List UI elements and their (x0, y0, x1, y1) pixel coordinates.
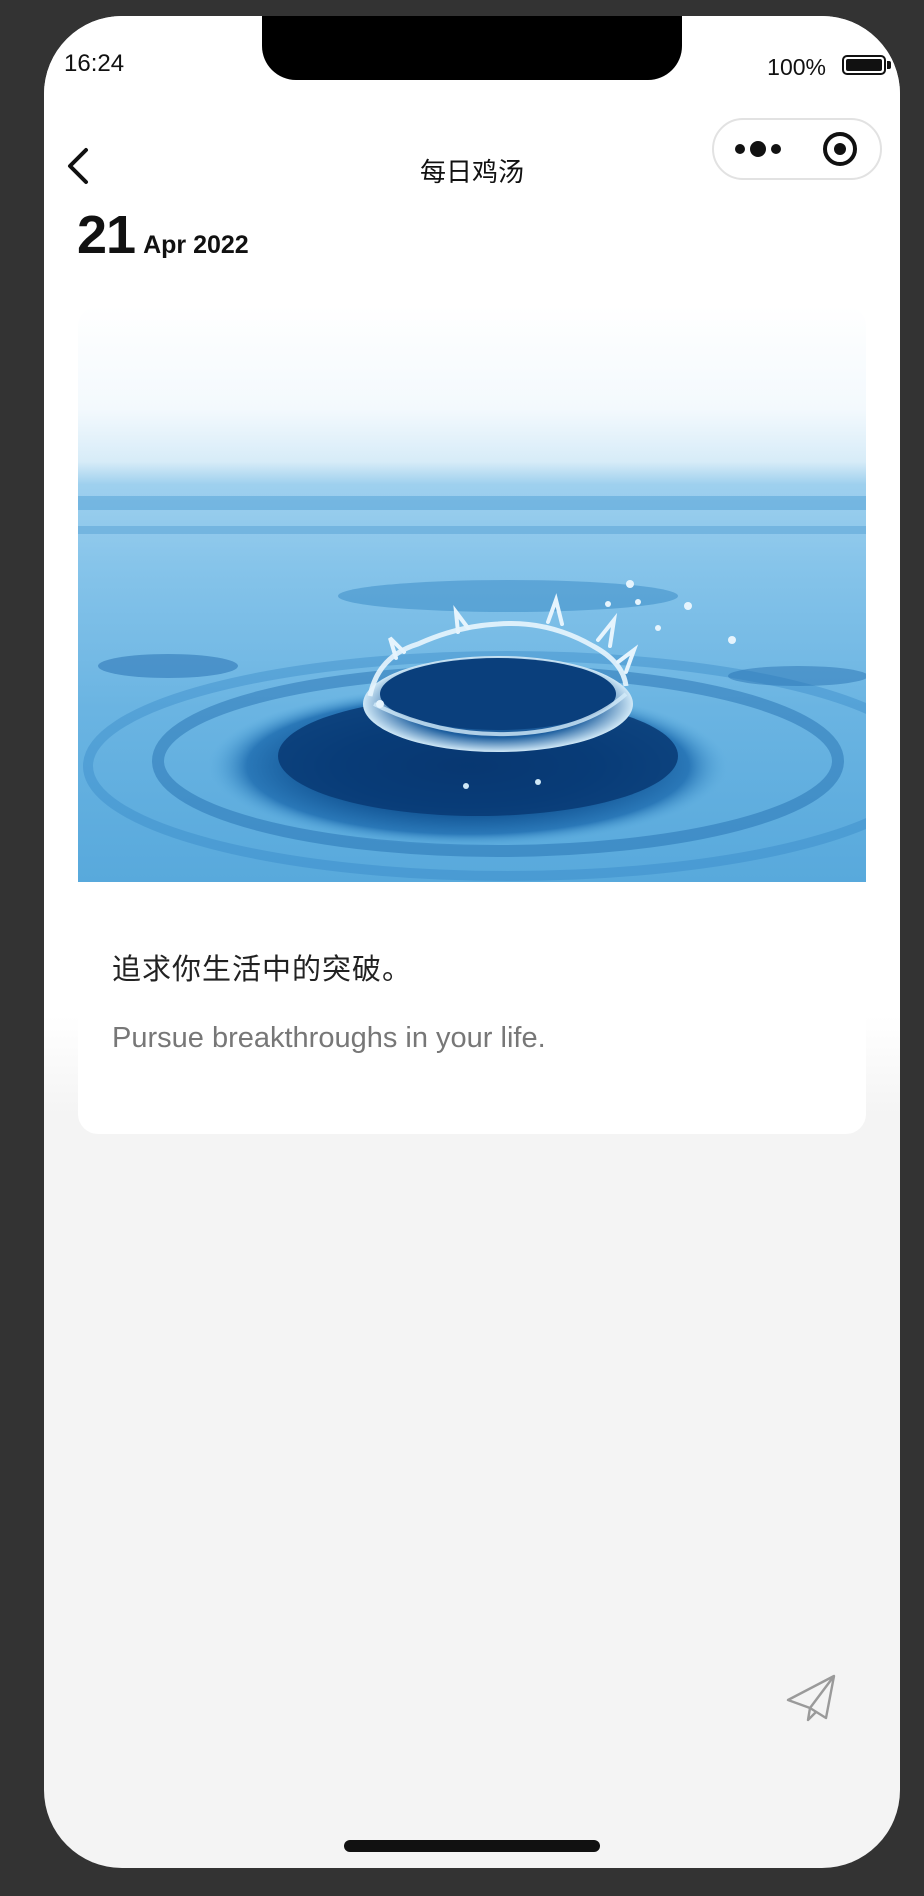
mini-program-capsule (712, 118, 882, 180)
paper-plane-icon (786, 1674, 836, 1722)
battery-percent: 100% (767, 54, 826, 80)
quote-card: 追求你生活中的突破。 Pursue breakthroughs in your … (78, 306, 866, 1134)
water-drop-image (78, 306, 866, 882)
date-day: 21 (77, 205, 136, 265)
phone-screen: 16:24 100% 每日鸡汤 21 Apr 2022 追求你生活中的突破。 P… (44, 16, 900, 1868)
more-dots-icon (735, 141, 781, 157)
quote-chinese: 追求你生活中的突破。 (112, 954, 413, 986)
date-month-year: Apr 2022 (143, 231, 249, 259)
battery-icon (842, 55, 886, 75)
home-indicator[interactable] (344, 1840, 600, 1852)
more-button[interactable] (728, 126, 798, 172)
target-circle-icon (823, 132, 857, 166)
date-header: 21 Apr 2022 (77, 204, 249, 266)
close-mini-program-button[interactable] (814, 126, 870, 172)
share-button[interactable] (784, 1670, 840, 1726)
device-notch (262, 16, 682, 80)
status-time: 16:24 (64, 50, 125, 77)
battery-cap (887, 61, 891, 69)
quote-english: Pursue breakthroughs in your life. (112, 1022, 546, 1054)
